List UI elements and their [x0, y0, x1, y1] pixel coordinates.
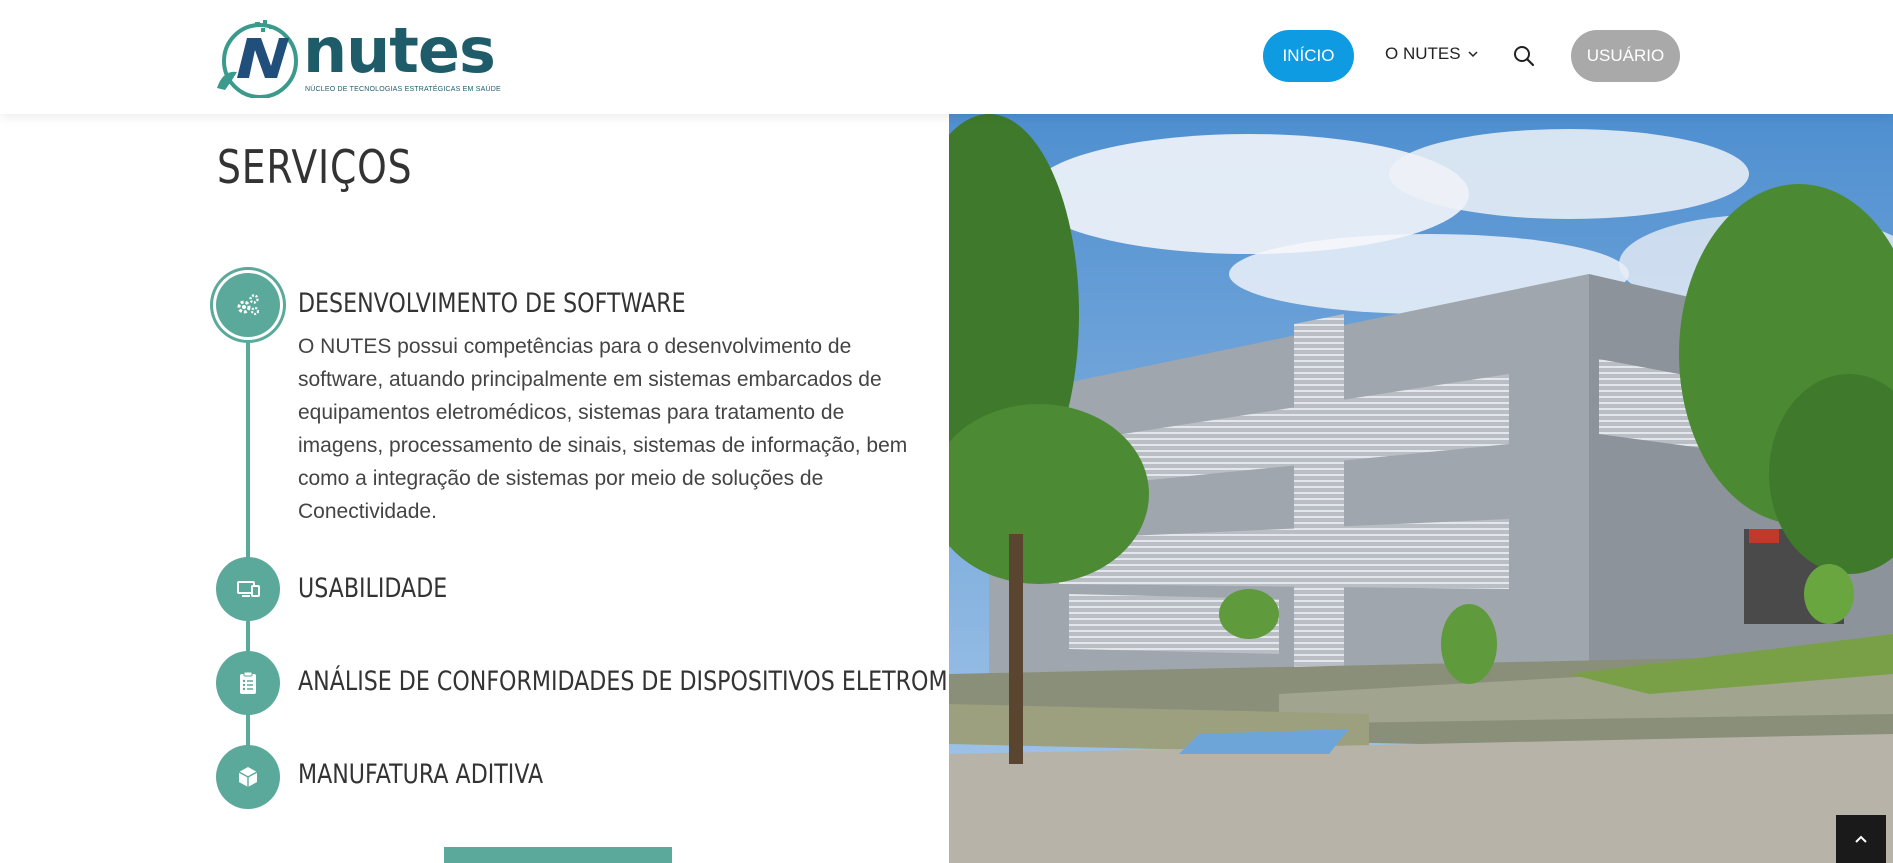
building-photo [949, 114, 1893, 863]
service-title-manufatura[interactable]: MANUFATURA ADITIVA [298, 759, 543, 790]
search-icon[interactable] [1513, 45, 1535, 67]
nav-inicio-button[interactable]: INÍCIO [1263, 30, 1354, 82]
page-title: SERVIÇOS [217, 140, 413, 194]
clipboard-list-icon [240, 671, 256, 694]
service-analise-icon-badge[interactable] [216, 651, 280, 715]
nav-usuario-button[interactable]: USUÁRIO [1571, 30, 1680, 82]
service-manufatura-icon-badge[interactable] [216, 745, 280, 809]
nav-o-nutes-dropdown[interactable]: O NUTES [1385, 44, 1479, 64]
nav-o-nutes-label: O NUTES [1385, 44, 1461, 63]
building-illustration [949, 114, 1893, 863]
service-software-icon-badge[interactable] [216, 273, 280, 337]
bottom-action-button[interactable] [444, 847, 672, 863]
gears-icon [237, 294, 260, 316]
service-title-software[interactable]: DESENVOLVIMENTO DE SOFTWARE [298, 288, 686, 319]
logo-emblem-icon [217, 20, 298, 98]
service-title-usabilidade[interactable]: USABILIDADE [298, 573, 447, 604]
chevron-down-icon [1468, 51, 1478, 58]
cube-icon [238, 767, 258, 787]
nav-inicio-label: INÍCIO [1282, 46, 1335, 65]
nutes-logo[interactable]: nutes NÚCLEO DE TECNOLOGIAS ESTRATÉGICAS… [215, 14, 501, 98]
service-title-analise[interactable]: ANÁLISE DE CONFORMIDADES DE DISPOSITIVOS… [298, 666, 1032, 697]
back-to-top-button[interactable] [1836, 815, 1886, 863]
service-description-software: O NUTES possui competências para o desen… [298, 335, 908, 523]
logo-wordmark: nutes [303, 14, 496, 87]
devices-icon [237, 581, 260, 597]
service-usabilidade-icon-badge[interactable] [216, 557, 280, 621]
chevron-up-icon [1855, 835, 1867, 843]
site-header: nutes NÚCLEO DE TECNOLOGIAS ESTRATÉGICAS… [0, 0, 1893, 114]
nav-usuario-label: USUÁRIO [1586, 46, 1665, 65]
logo-tagline: NÚCLEO DE TECNOLOGIAS ESTRATÉGICAS EM SA… [305, 86, 501, 93]
